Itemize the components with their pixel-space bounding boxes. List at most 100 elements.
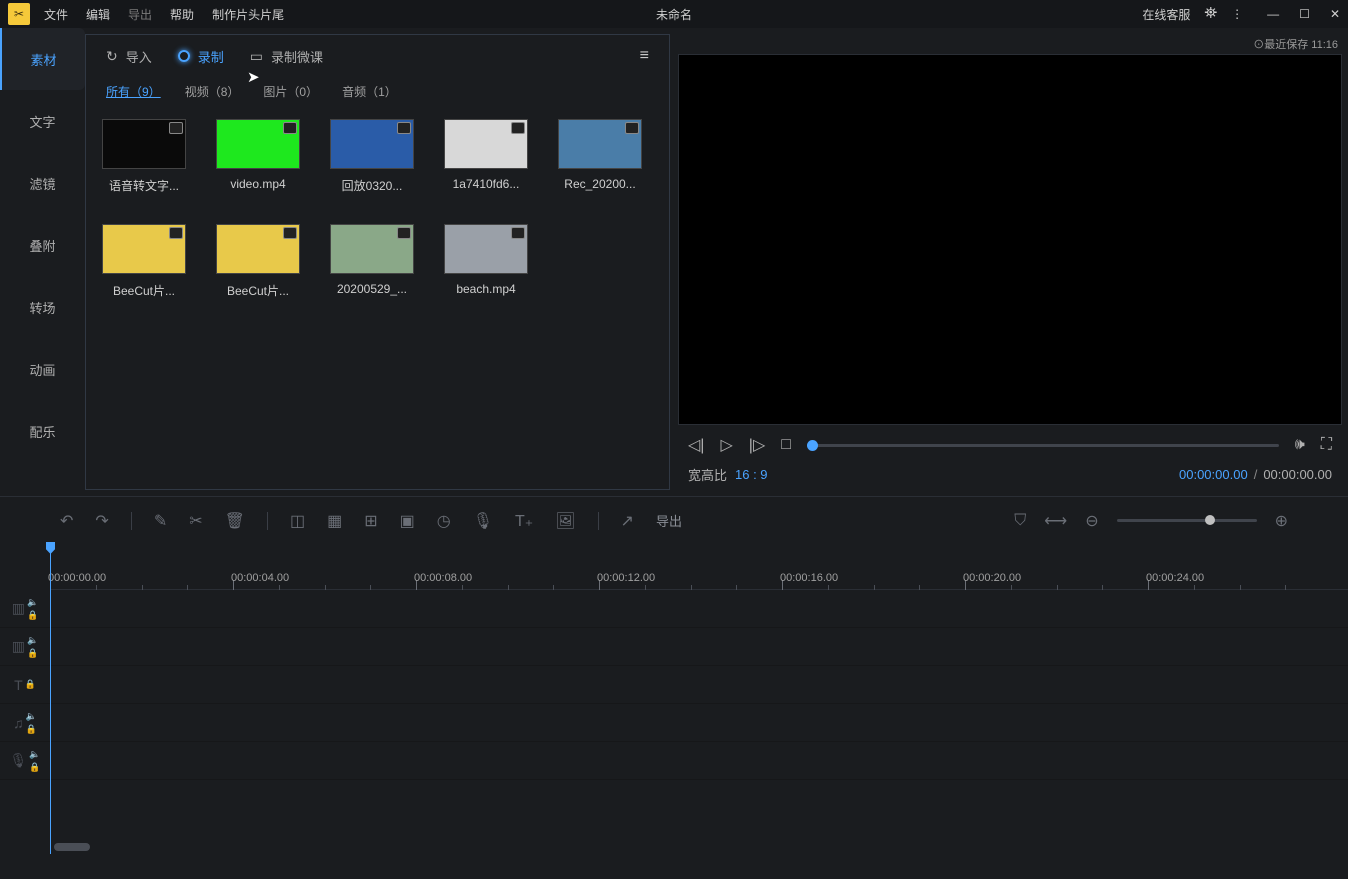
media-thumbnail	[102, 224, 186, 274]
timeline: 00:00:00.0000:00:04.0000:00:08.0000:00:1…	[0, 544, 1348, 854]
fullscreen-icon[interactable]: ⛶	[1321, 436, 1332, 454]
sidebar-tab-filter[interactable]: 滤镜	[0, 152, 85, 214]
fit-icon[interactable]: ⟷	[1044, 511, 1067, 531]
media-item[interactable]: BeeCut片...	[102, 224, 186, 299]
track-video-pip[interactable]: ▥🔈🔒	[0, 628, 1348, 666]
ruler-label: 00:00:00.00	[48, 572, 106, 584]
track-audio[interactable]: ♫🔈🔒	[0, 704, 1348, 742]
cut-icon[interactable]: ✂	[189, 511, 202, 531]
list-view-icon[interactable]: ≡	[640, 47, 649, 65]
edit-toolbar: ↶ ↷ ✎ ✂ 🗑 ◫ ▦ ⊞ ▣ ◷ 🎙 T₊ 🖼 ↗ 导出 ⛉ ⟷ ⊖ ⊕	[0, 496, 1348, 544]
media-item[interactable]: beach.mp4	[444, 224, 528, 299]
filter-all[interactable]: 所有（9）	[106, 83, 161, 100]
mic-icon[interactable]: 🎙	[473, 511, 493, 531]
close-button[interactable]: ✕	[1330, 7, 1340, 21]
media-label: BeeCut片...	[102, 282, 186, 299]
track-video-main[interactable]: ▥🔈 🔒	[0, 590, 1348, 628]
film-icon: ▥	[12, 600, 25, 617]
menu-file[interactable]: 文件	[44, 6, 68, 23]
crop-icon[interactable]: ◫	[290, 511, 305, 531]
export-icon[interactable]: ↗	[621, 511, 634, 531]
more-icon[interactable]: ⋮	[1231, 7, 1243, 21]
media-item[interactable]: BeeCut片...	[216, 224, 300, 299]
speaker-icon[interactable]: 🔈	[26, 711, 37, 722]
titlebar: ✂ 文件 编辑 导出 帮助 制作片头片尾 未命名 在线客服 ⛯ ⋮ — ☐ ✕	[0, 0, 1348, 28]
menu-export[interactable]: 导出	[128, 6, 152, 23]
aspect-value[interactable]: 16 : 9	[735, 467, 768, 482]
sidebar-tab-transition[interactable]: 转场	[0, 276, 85, 338]
thumb-badge-icon	[283, 122, 297, 134]
lock-icon[interactable]: 🔒	[26, 724, 37, 735]
record-class-button[interactable]: ▭ 录制微课	[250, 47, 323, 66]
play-button[interactable]: ▷	[720, 435, 732, 455]
preview-video[interactable]	[678, 54, 1342, 425]
speaker-icon[interactable]: 🔈	[29, 749, 40, 760]
trash-icon[interactable]: 🗑	[225, 511, 245, 531]
track-text[interactable]: T🔒	[0, 666, 1348, 704]
project-title: 未命名	[656, 6, 692, 23]
export-label[interactable]: 导出	[656, 511, 682, 530]
horizontal-scrollbar[interactable]	[0, 840, 1348, 854]
lock-icon[interactable]: 🔒	[27, 648, 38, 659]
image-icon[interactable]: 🖼	[555, 511, 575, 531]
sidebar-tab-overlay[interactable]: 叠附	[0, 214, 85, 276]
sidebar-tab-text[interactable]: 文字	[0, 90, 85, 152]
lock-icon[interactable]: 🔒	[27, 610, 38, 621]
media-item[interactable]: 语音转文字...	[102, 119, 186, 194]
media-thumbnail	[444, 119, 528, 169]
time-ruler[interactable]: 00:00:00.0000:00:04.0000:00:08.0000:00:1…	[50, 544, 1348, 590]
track-voice[interactable]: 🎙🔈🔒	[0, 742, 1348, 780]
filter-video[interactable]: 视频（8）	[185, 83, 240, 100]
next-frame-button[interactable]: |▷	[749, 435, 765, 455]
user-icon[interactable]: ⛯	[1204, 5, 1217, 23]
media-item[interactable]: 1a7410fd6...	[444, 119, 528, 194]
minimize-button[interactable]: —	[1267, 7, 1279, 21]
online-service-link[interactable]: 在线客服	[1142, 6, 1190, 23]
import-button[interactable]: ↻ 导入	[106, 47, 152, 66]
split-icon[interactable]: ⊞	[364, 511, 377, 531]
media-item[interactable]: Rec_20200...	[558, 119, 642, 194]
media-item[interactable]: 回放0320...	[330, 119, 414, 194]
zoom-in-icon[interactable]: ⊕	[1275, 511, 1288, 531]
sidebar-tab-media[interactable]: 素材	[0, 28, 85, 90]
prev-frame-button[interactable]: ◁|	[688, 435, 704, 455]
media-item[interactable]: video.mp4	[216, 119, 300, 194]
preview-panel: ⊙最近保存 11:16 ◁| ▷ |▷ □ 🕪 ⛶ 宽高比 16 : 9 00:…	[678, 34, 1342, 490]
media-thumbnail	[216, 224, 300, 274]
speaker-icon[interactable]: 🔈	[27, 597, 38, 608]
clock-icon[interactable]: ◷	[437, 511, 451, 531]
ruler-label: 00:00:24.00	[1146, 572, 1204, 584]
sidebar-tab-animation[interactable]: 动画	[0, 338, 85, 400]
lock-icon[interactable]: 🔒	[29, 762, 40, 773]
menu-help[interactable]: 帮助	[170, 6, 194, 23]
media-label: beach.mp4	[444, 282, 528, 296]
media-item[interactable]: 20200529_...	[330, 224, 414, 299]
preview-seek-slider[interactable]	[807, 444, 1279, 447]
text-tool-icon[interactable]: T₊	[515, 511, 533, 531]
sidebar-tab-music[interactable]: 配乐	[0, 400, 85, 462]
redo-icon[interactable]: ↷	[95, 511, 108, 531]
thumb-badge-icon	[283, 227, 297, 239]
filter-image[interactable]: 图片（0）	[263, 83, 318, 100]
menu-titles[interactable]: 制作片头片尾	[212, 6, 284, 23]
maximize-button[interactable]: ☐	[1299, 7, 1310, 21]
freeze-icon[interactable]: ▣	[400, 511, 415, 531]
mosaic-icon[interactable]: ▦	[327, 511, 342, 531]
volume-icon[interactable]: 🕪	[1295, 436, 1305, 454]
zoom-slider[interactable]	[1117, 519, 1257, 522]
time-separator: /	[1254, 467, 1258, 482]
undo-icon[interactable]: ↶	[60, 511, 73, 531]
speaker-icon[interactable]: 🔈	[27, 635, 38, 646]
pen-icon[interactable]: ✎	[154, 511, 167, 531]
stop-button[interactable]: □	[781, 436, 791, 454]
thumb-badge-icon	[397, 122, 411, 134]
tracks-container: ▥🔈🔒 ▥🔈🔒 T🔒 ♫🔈🔒 🎙🔈🔒	[0, 590, 1348, 840]
playhead[interactable]	[50, 544, 51, 854]
marker-icon[interactable]: ⛉	[1014, 512, 1026, 530]
record-button[interactable]: 录制	[178, 47, 224, 66]
lock-icon[interactable]: 🔒	[25, 679, 36, 690]
zoom-out-icon[interactable]: ⊖	[1085, 511, 1098, 531]
media-label: video.mp4	[216, 177, 300, 191]
filter-audio[interactable]: 音频（1）	[342, 83, 397, 100]
menu-edit[interactable]: 编辑	[86, 6, 110, 23]
